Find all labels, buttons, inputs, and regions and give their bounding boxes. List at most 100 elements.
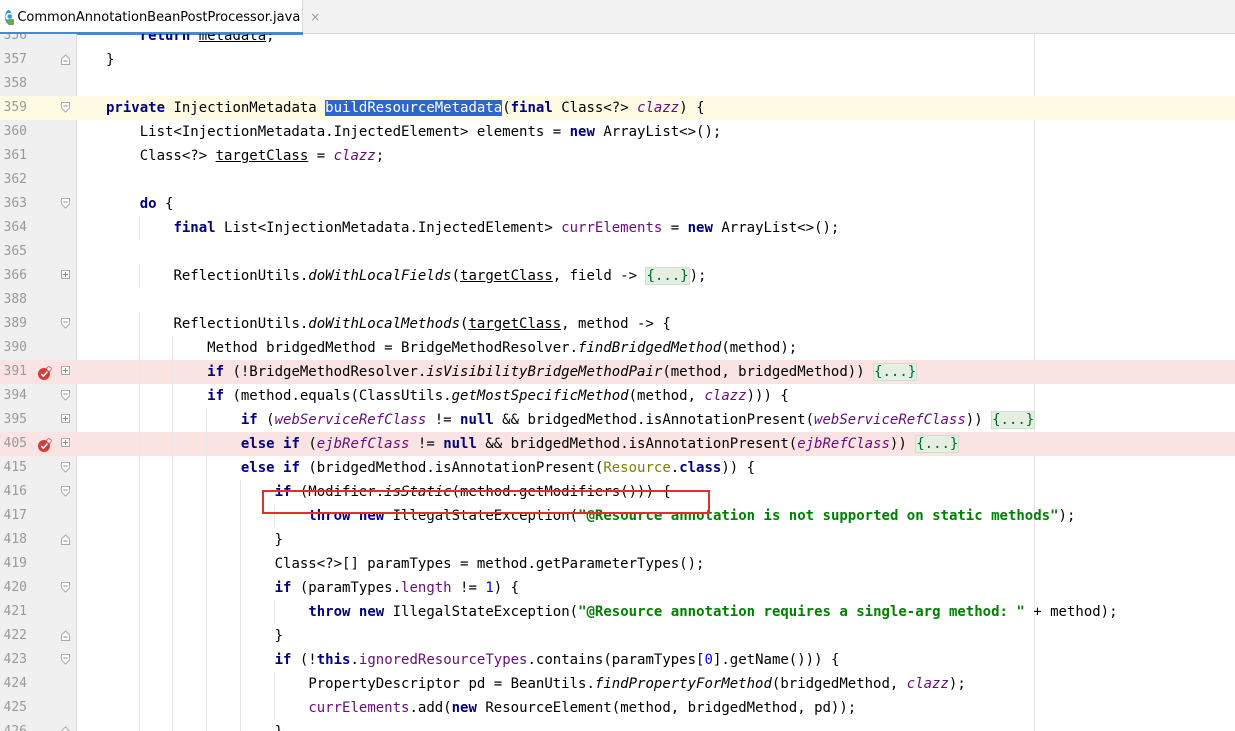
line-number: 423 <box>3 652 27 667</box>
editor-tab[interactable]: C CommonAnnotationBeanPostProcessor.java… <box>0 0 320 35</box>
indent-guide <box>172 504 174 528</box>
line-number: 360 <box>3 124 27 139</box>
folded-code-placeholder[interactable]: {...} <box>991 411 1036 429</box>
line-number: 422 <box>3 628 27 643</box>
folded-code-placeholder[interactable]: {...} <box>645 267 690 285</box>
fold-end-icon[interactable] <box>61 726 70 731</box>
indent-guide <box>239 552 241 576</box>
code-line[interactable]: 361 Class<?> targetClass = clazz; <box>0 144 1235 168</box>
code-line[interactable]: 395 if (webServiceRefClass != null && bri… <box>0 408 1235 432</box>
indent-guide <box>172 696 174 720</box>
fold-collapse-icon[interactable] <box>61 654 70 665</box>
code-text: else if (bridgedMethod.isAnnotationPrese… <box>240 460 756 476</box>
code-text: PropertyDescriptor pd = BeanUtils.findPr… <box>308 676 966 692</box>
indent-guide <box>273 672 275 696</box>
fold-collapse-icon[interactable] <box>61 198 70 209</box>
indent-guide <box>138 432 140 456</box>
code-line[interactable]: 362 <box>0 168 1235 192</box>
line-number: 425 <box>3 700 27 715</box>
indent-guide <box>138 336 140 360</box>
code-line[interactable]: 363 do { <box>0 192 1235 216</box>
code-line[interactable]: 426} <box>0 720 1235 731</box>
code-line[interactable]: 417 throw new IllegalStateException("@Res… <box>0 504 1235 528</box>
code-line[interactable]: 421 throw new IllegalStateException("@Res… <box>0 600 1235 624</box>
fold-end-icon[interactable] <box>61 54 70 65</box>
close-icon[interactable]: × <box>310 10 320 24</box>
code-text: else if (ejbRefClass != null && bridgedM… <box>240 435 960 453</box>
code-text: if (webServiceRefClass != null && bridge… <box>240 411 1036 429</box>
indent-guide <box>172 408 174 432</box>
folded-code-placeholder[interactable]: {...} <box>873 363 918 381</box>
code-text: do { <box>139 196 174 212</box>
indent-guide <box>206 480 208 504</box>
indent-guide <box>172 480 174 504</box>
indent-guide <box>138 480 140 504</box>
code-line[interactable]: 423 if (!this.ignoredResourceTypes.contai… <box>0 648 1235 672</box>
code-text: ReflectionUtils.doWithLocalMethods(targe… <box>173 316 671 332</box>
indent-guide <box>206 456 208 480</box>
code-line[interactable]: 420 if (paramTypes.length != 1) { <box>0 576 1235 600</box>
code-line[interactable]: 391 if (!BridgeMethodResolver.isVisibilit… <box>0 360 1235 384</box>
code-line[interactable]: 360 List<InjectionMetadata.InjectedElemen… <box>0 120 1235 144</box>
code-line[interactable]: 356 return metadata; <box>0 34 1235 48</box>
indent-guide <box>239 720 241 731</box>
code-line[interactable]: 357} <box>0 48 1235 72</box>
fold-collapse-icon[interactable] <box>61 462 70 473</box>
code-line[interactable]: 394 if (method.equals(ClassUtils.getMostS… <box>0 384 1235 408</box>
code-text: Method bridgedMethod = BridgeMethodResol… <box>207 340 798 356</box>
code-text: } <box>274 628 284 644</box>
line-number: 415 <box>3 460 27 475</box>
fold-collapse-icon[interactable] <box>61 390 70 401</box>
code-line[interactable]: 425 currElements.add(new ResourceElement(… <box>0 696 1235 720</box>
indent-guide <box>138 216 140 240</box>
fold-collapse-icon[interactable] <box>61 102 70 113</box>
code-line[interactable]: 422} <box>0 624 1235 648</box>
fold-expand-icon[interactable] <box>61 366 70 377</box>
fold-expand-icon[interactable] <box>61 270 70 281</box>
indent-guide <box>239 624 241 648</box>
fold-end-icon[interactable] <box>61 534 70 545</box>
code-text: private InjectionMetadata buildResourceM… <box>106 100 705 116</box>
indent-guide <box>138 360 140 384</box>
fold-expand-icon[interactable] <box>61 414 70 425</box>
line-number: 364 <box>3 220 27 235</box>
code-text: ReflectionUtils.doWithLocalFields(target… <box>173 267 707 285</box>
code-text: currElements.add(new ResourceElement(met… <box>308 700 857 716</box>
fold-expand-icon[interactable] <box>61 438 70 449</box>
code-line[interactable]: 418} <box>0 528 1235 552</box>
code-text: final List<InjectionMetadata.InjectedEle… <box>173 220 840 236</box>
indent-guide <box>172 336 174 360</box>
fold-collapse-icon[interactable] <box>61 318 70 329</box>
code-line[interactable]: 388 <box>0 288 1235 312</box>
line-number: 388 <box>3 292 27 307</box>
code-line[interactable]: 358 <box>0 72 1235 96</box>
code-line[interactable]: 419 Class<?>[] paramTypes = method.getPar… <box>0 552 1235 576</box>
code-line[interactable]: 416 if (Modifier.isStatic(method.getModif… <box>0 480 1235 504</box>
indent-guide <box>172 456 174 480</box>
line-number: 357 <box>3 52 27 67</box>
indent-guide <box>206 624 208 648</box>
folded-code-placeholder[interactable]: {...} <box>915 435 960 453</box>
code-line[interactable]: 365 <box>0 240 1235 264</box>
indent-guide <box>138 696 140 720</box>
fold-collapse-icon[interactable] <box>61 582 70 593</box>
code-line[interactable]: 359 private InjectionMetadata buildResour… <box>0 96 1235 120</box>
indent-guide <box>239 576 241 600</box>
code-line[interactable]: 366 ReflectionUtils.doWithLocalFields(tar… <box>0 264 1235 288</box>
line-number: 391 <box>3 364 27 379</box>
code-line[interactable]: 389 ReflectionUtils.doWithLocalMethods(ta… <box>0 312 1235 336</box>
code-line[interactable]: 364 final List<InjectionMetadata.Injected… <box>0 216 1235 240</box>
fold-end-icon[interactable] <box>61 630 70 641</box>
code-line[interactable]: 415 else if (bridgedMethod.isAnnotationPr… <box>0 456 1235 480</box>
code-text: } <box>106 52 115 68</box>
indent-guide <box>206 672 208 696</box>
code-editor[interactable]: 356 return metadata; 357} 358 359 private Inj… <box>0 34 1235 731</box>
code-line[interactable]: 424 PropertyDescriptor pd = BeanUtils.fin… <box>0 672 1235 696</box>
fold-collapse-icon[interactable] <box>61 486 70 497</box>
code-text: } <box>275 720 283 731</box>
code-line[interactable]: 390 Method bridgedMethod = BridgeMethodRe… <box>0 336 1235 360</box>
line-number: 424 <box>3 676 27 691</box>
code-text: throw new IllegalStateException("@Resour… <box>308 604 1118 620</box>
indent-guide <box>138 624 140 648</box>
code-line[interactable]: 405 else if (ejbRefClass != null && bridg… <box>0 432 1235 456</box>
